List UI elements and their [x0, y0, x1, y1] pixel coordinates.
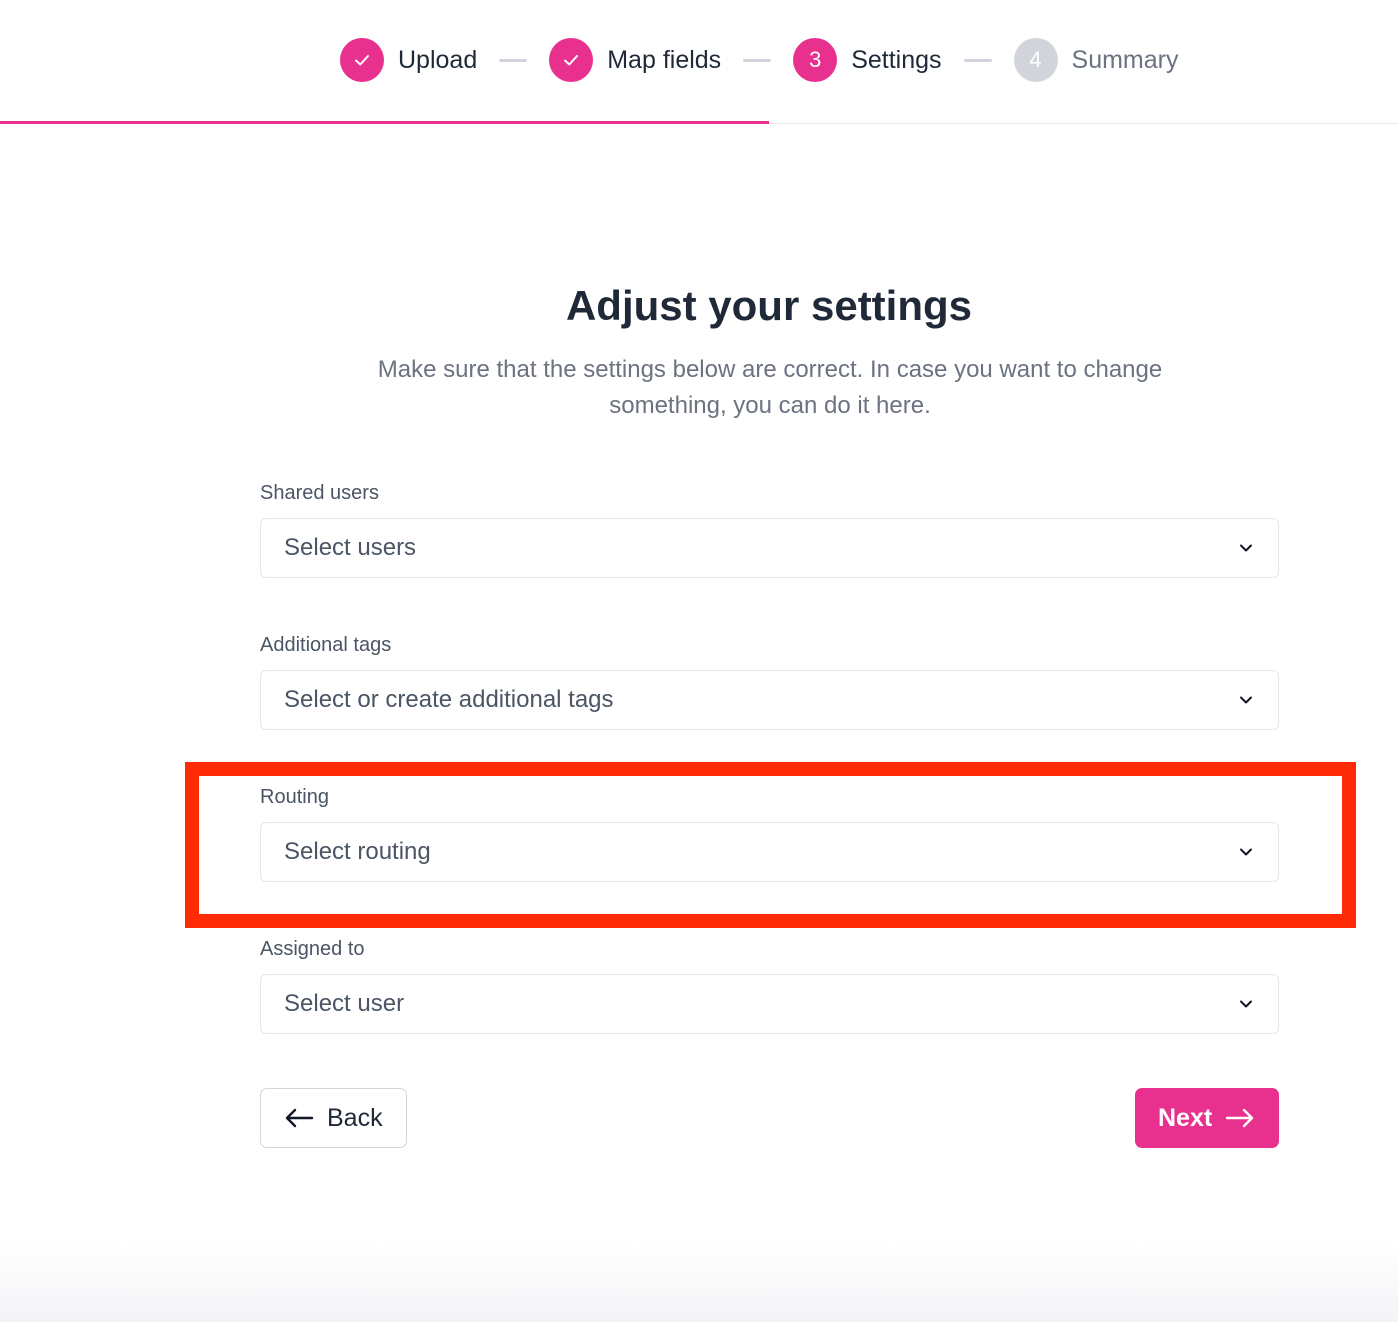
step-settings[interactable]: 3 Settings [793, 38, 942, 82]
stepper: Upload Map fields 3 Settings 4 Summary [0, 0, 1398, 124]
arrow-right-icon [1225, 1108, 1254, 1128]
select-placeholder: Select or create additional tags [284, 686, 614, 713]
additional-tags-select[interactable]: Select or create additional tags [260, 670, 1279, 730]
next-button-label: Next [1158, 1103, 1213, 1132]
shared-users-label: Shared users [260, 482, 379, 504]
progress-bar [0, 121, 769, 124]
step-summary[interactable]: 4 Summary [1013, 38, 1179, 82]
step-upload[interactable]: Upload [340, 38, 477, 82]
chevron-down-icon [1240, 1000, 1252, 1008]
shared-users-field: Shared users Select users [260, 480, 1279, 578]
page-title: Adjust your settings [565, 282, 973, 329]
step-separator [743, 58, 772, 62]
page-subtitle: Make sure that the settings below are co… [377, 356, 1163, 419]
arrow-left-icon [285, 1108, 314, 1128]
chevron-down-icon [1240, 544, 1252, 552]
step-list: Upload Map fields 3 Settings 4 Summary [340, 38, 1179, 82]
bottom-fade [0, 1242, 1398, 1322]
shared-users-select[interactable]: Select users [260, 518, 1279, 578]
step-number: 3 [793, 38, 838, 82]
check-icon [340, 38, 384, 82]
step-label: Map fields [607, 45, 722, 74]
select-placeholder: Select user [284, 990, 405, 1017]
step-separator [499, 58, 528, 62]
import-wizard-page: Upload Map fields 3 Settings 4 Summary A… [0, 0, 1398, 1322]
check-icon [549, 38, 594, 82]
step-label: Upload [398, 45, 478, 74]
step-separator [963, 58, 992, 62]
step-map-fields[interactable]: Map fields [549, 38, 721, 82]
back-button[interactable]: Back [260, 1088, 407, 1148]
assigned-to-select[interactable]: Select user [260, 974, 1279, 1034]
step-number: 4 [1013, 38, 1058, 82]
step-label: Summary [1071, 45, 1179, 74]
additional-tags-field: Additional tags Select or create additio… [260, 632, 1279, 730]
select-placeholder: Select users [284, 534, 417, 561]
back-button-label: Back [327, 1103, 383, 1132]
additional-tags-label: Additional tags [260, 634, 392, 656]
highlight-annotation [185, 762, 1356, 928]
step-label: Settings [851, 45, 942, 74]
chevron-down-icon [1240, 696, 1252, 704]
next-button[interactable]: Next [1135, 1088, 1279, 1148]
assigned-to-field: Assigned to Select user [260, 936, 1279, 1034]
assigned-to-label: Assigned to [260, 938, 365, 960]
